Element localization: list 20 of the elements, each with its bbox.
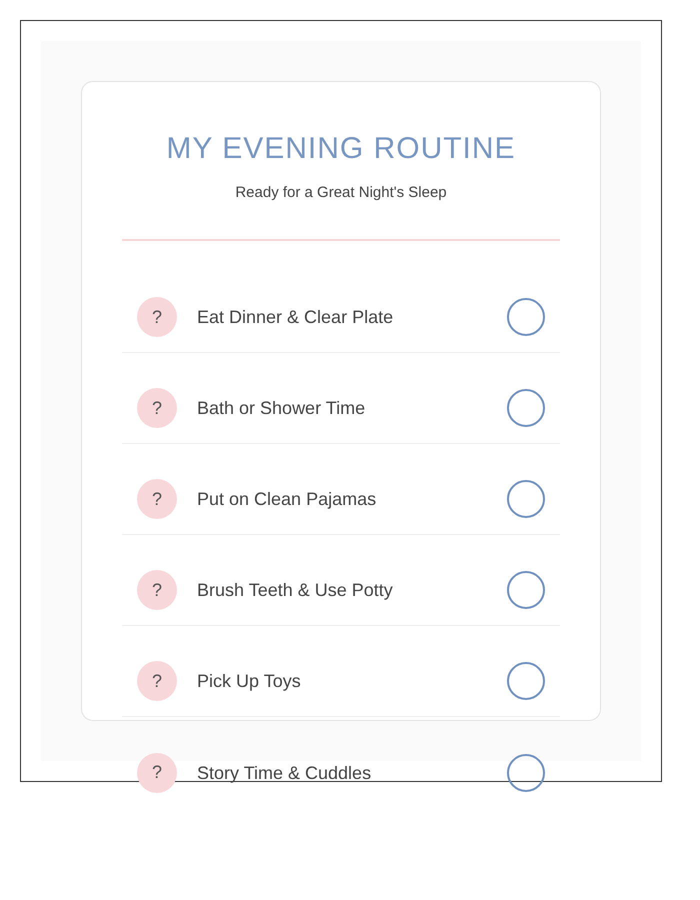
task-label: Bath or Shower Time: [197, 397, 366, 420]
task-label: Brush Teeth & Use Potty: [197, 579, 393, 602]
task-checkbox[interactable]: [507, 754, 545, 792]
task-checkbox[interactable]: [507, 389, 545, 427]
task-label: Pick Up Toys: [197, 670, 301, 693]
task-checkbox[interactable]: [507, 298, 545, 336]
task-label: Put on Clean Pajamas: [197, 488, 376, 511]
question-mark-badge: ?: [137, 752, 177, 792]
question-mark-badge: ?: [137, 479, 177, 519]
task-label: Story Time & Cuddles: [197, 762, 372, 784]
routine-title: MY EVENING ROUTINE: [166, 131, 516, 167]
task-checkbox[interactable]: [507, 571, 545, 609]
task-checkbox[interactable]: [507, 662, 545, 700]
question-mark-badge: ?: [137, 661, 177, 701]
question-mark-badge: ?: [137, 388, 177, 428]
task-checkbox[interactable]: [507, 480, 545, 518]
question-mark-badge: ?: [137, 570, 177, 610]
routine-subtitle: Ready for a Great Night's Sleep: [235, 183, 447, 203]
task-label: Eat Dinner & Clear Plate: [197, 306, 394, 329]
question-mark-badge: ?: [137, 297, 177, 337]
